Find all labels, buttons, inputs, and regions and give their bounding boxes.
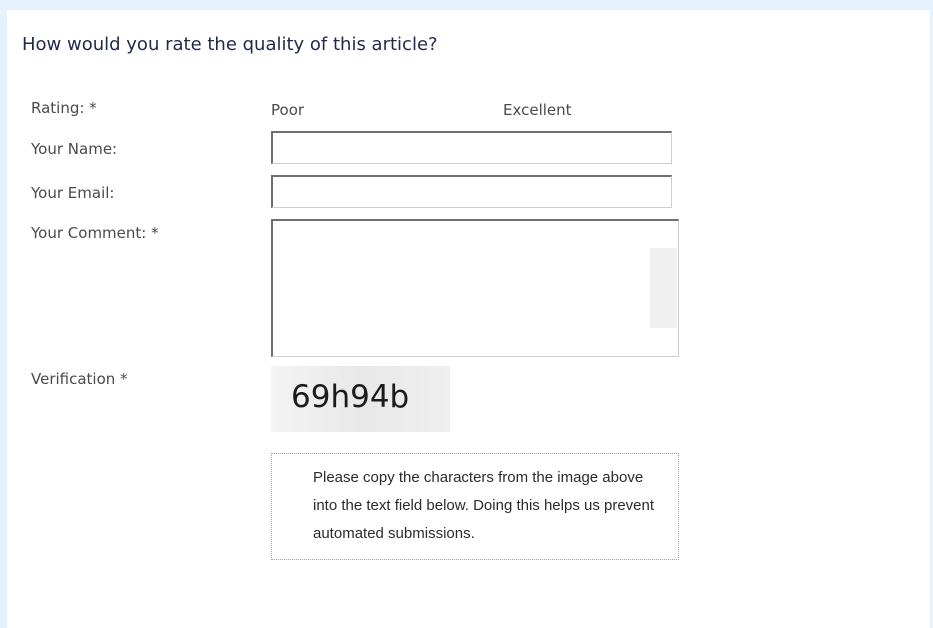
comment-textarea[interactable] bbox=[271, 219, 679, 357]
comment-scrollbar[interactable] bbox=[650, 248, 677, 328]
form-title: How would you rate the quality of this a… bbox=[22, 34, 438, 55]
name-label: Your Name: bbox=[31, 140, 118, 158]
captcha-image: 69h94b bbox=[271, 366, 450, 432]
verification-label: Verification * bbox=[31, 370, 128, 388]
verification-help-text: Please copy the characters from the imag… bbox=[313, 469, 655, 542]
email-label: Your Email: bbox=[31, 184, 115, 202]
rating-label: Rating: * bbox=[31, 99, 97, 117]
captcha-characters: 69h94b bbox=[291, 379, 410, 415]
comment-label: Your Comment: * bbox=[31, 224, 159, 242]
email-input[interactable] bbox=[271, 175, 672, 208]
rating-excellent-label: Excellent bbox=[503, 101, 572, 119]
rating-poor-label: Poor bbox=[271, 101, 305, 119]
verification-help-box: Please copy the characters from the imag… bbox=[271, 453, 679, 560]
name-input[interactable] bbox=[271, 131, 672, 164]
